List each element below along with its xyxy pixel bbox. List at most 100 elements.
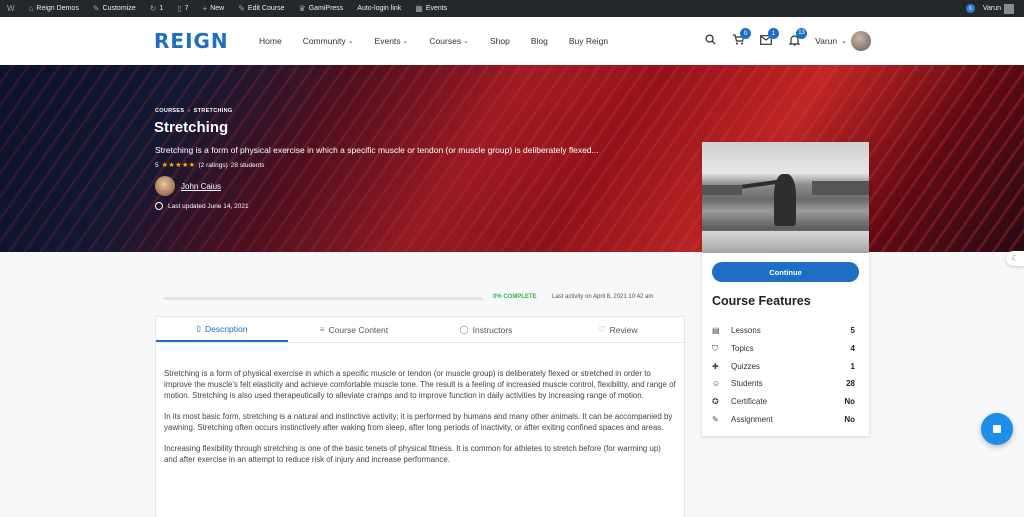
plus-icon: + (202, 4, 208, 13)
user-name[interactable]: Varun (815, 36, 837, 46)
course-description: Stretching is a form of physical exercis… (155, 343, 685, 517)
nav-item-home[interactable]: Home (259, 36, 282, 46)
nav-item-label: Events (374, 36, 401, 46)
chevron-down-icon: ⌄ (347, 38, 354, 45)
feature-label: Lessons (731, 326, 761, 336)
last-updated-text: Last updated June 14, 2021 (168, 202, 249, 210)
admin-avatar[interactable] (1004, 3, 1014, 14)
admin-bar-user[interactable]: 6 Varun (965, 3, 1024, 14)
admin-bar-item[interactable]: + New (196, 0, 232, 17)
site-header: REIGN Home Community ⌄ Events ⌄ Courses ⌄ Shop B… (0, 17, 1024, 65)
edit-icon: ✎ (238, 4, 245, 13)
progress-bar (164, 297, 483, 300)
nav-item-blog[interactable]: Blog (531, 36, 548, 46)
nav-item-community[interactable]: Community ⌄ (303, 36, 354, 46)
feature-row-quizzes: ✚ Quizzes 1 (712, 357, 855, 375)
nav-item-label: Courses (429, 36, 462, 46)
course-features-title: Course Features (712, 294, 811, 308)
cart-icon[interactable]: 0 (731, 28, 752, 48)
dark-mode-toggle[interactable]: ☾ (1006, 251, 1024, 266)
nav-item-courses[interactable]: Courses ⌄ (429, 36, 469, 46)
feature-value: No (844, 397, 855, 407)
nav-item-label: Community (302, 36, 346, 46)
breadcrumb-courses[interactable]: COURSES (155, 108, 184, 114)
admin-bar-item[interactable]: Auto-login link (350, 0, 408, 17)
nav-item-shop[interactable]: Shop (490, 36, 510, 46)
nav-item-events[interactable]: Events ⌄ (375, 36, 409, 46)
messages-icon[interactable]: 1 (759, 28, 780, 48)
instructor-name-link[interactable]: John Caius (181, 182, 221, 191)
instructor-avatar[interactable] (155, 176, 175, 196)
tab-instructors[interactable]: ◯ Instructors (420, 317, 552, 342)
admin-bar-label: Edit Course (247, 5, 285, 12)
course-features-list: ▤ Lessons 5 ⛉ Topics 4 ✚ Quizzes 1 ☺ Students 28 ✪ Ce… (712, 322, 855, 428)
nav-item-label: Buy Reign (568, 36, 609, 46)
admin-bar-items: W ⌂ Reign Demos ✎ Customize ↻ 1 ▯ 7 + New ✎ Edit Cou… (0, 0, 454, 17)
admin-bar-item[interactable]: W (0, 0, 22, 17)
wordpress-icon: W (7, 4, 15, 13)
document-icon: ▯ (196, 324, 201, 333)
admin-bar-item[interactable]: ✎ Edit Course (231, 0, 291, 17)
search-icon[interactable] (703, 34, 717, 48)
admin-bar-item[interactable]: ▦ Events (408, 0, 454, 17)
bell-icon[interactable]: 13 (787, 27, 808, 49)
admin-bar-item[interactable]: ⌂ Reign Demos (22, 0, 86, 17)
feature-value: No (844, 414, 855, 424)
user-avatar[interactable] (851, 31, 871, 51)
chat-launcher-button[interactable] (981, 413, 1013, 445)
feature-label: Certificate (731, 397, 768, 407)
course-rating: 5 ★★★★★ (2 ratings) 28 students (155, 161, 265, 170)
admin-bar-label: Events (425, 5, 448, 12)
lessons-icon: ▤ (712, 326, 720, 336)
updates-icon: ↻ (149, 4, 157, 13)
notifications-count-badge: 13 (796, 27, 808, 39)
breadcrumb-separator: » (187, 108, 191, 114)
continue-button[interactable]: Continue (712, 262, 859, 282)
nav-item-buy-reign[interactable]: Buy Reign (569, 36, 608, 46)
last-activity: Last activity on April 8, 2021 10:42 am (552, 294, 654, 300)
nav-item-label: Shop (489, 36, 510, 46)
admin-bar-item[interactable]: ✎ Customize (86, 0, 143, 17)
rating-value: 5 (155, 161, 159, 169)
student-count: 28 students (230, 161, 265, 169)
feature-label: Quizzes (731, 361, 760, 371)
calendar-icon: ▦ (415, 4, 423, 13)
user-icon: ◯ (459, 325, 469, 334)
heart-icon: ♡ (598, 325, 606, 334)
description-paragraph: Increasing flexibility through stretchin… (164, 444, 661, 464)
admin-bar-item[interactable]: ▯ 7 (170, 0, 195, 17)
user-menu[interactable]: Varun ⌄ (815, 31, 871, 51)
course-tabs: ▯ Description ≡ Course Content ◯ Instructors ♡… (155, 316, 685, 343)
admin-bar-label: 7 (184, 5, 189, 12)
description-paragraph: Stretching is a form of physical exercis… (164, 369, 676, 400)
tab-review[interactable]: ♡ Review (552, 317, 684, 342)
admin-user-name[interactable]: Varun (983, 5, 1001, 12)
admin-bar-item[interactable]: ♛ GamiPress (292, 0, 351, 17)
tab-description[interactable]: ▯ Description (156, 317, 288, 342)
course-progress: 0% COMPLETE Last activity on April 8, 20… (155, 289, 685, 307)
admin-bar-label: Reign Demos (36, 5, 79, 12)
list-icon: ≡ (319, 325, 325, 334)
breadcrumb-stretching[interactable]: STRETCHING (194, 108, 233, 114)
admin-bar-item[interactable]: ↻ 1 (143, 0, 171, 17)
tab-label: Instructors (472, 324, 513, 335)
course-sidebar-card: Continue Course Features ▤ Lessons 5 ⛉ Topic… (702, 142, 869, 436)
tab-course-content[interactable]: ≡ Course Content (288, 317, 420, 342)
course-instructor: John Caius (155, 176, 221, 196)
feature-label: Assignment (731, 414, 773, 424)
admin-notification-badge[interactable]: 6 (965, 4, 975, 13)
admin-bar-label: GamiPress (308, 5, 344, 12)
course-hero: COURSES» STRETCHING Stretching Stretching… (0, 65, 1024, 252)
breadcrumb: COURSES» STRETCHING (155, 108, 232, 114)
star-rating-icon: ★★★★★ (161, 162, 196, 169)
chevron-down-icon[interactable]: ⌄ (841, 37, 847, 45)
progress-percent: 0% COMPLETE (493, 294, 537, 300)
home-icon: ⌂ (28, 4, 34, 13)
feature-row-certificate: ✪ Certificate No (712, 393, 855, 411)
tab-label: Review (609, 324, 638, 335)
admin-bar: W ⌂ Reign Demos ✎ Customize ↻ 1 ▯ 7 + New ✎ Edit Cou… (0, 0, 1024, 17)
tab-label: Description (204, 323, 248, 334)
moon-icon: ☾ (1011, 254, 1019, 263)
feature-label: Topics (731, 344, 754, 354)
site-logo[interactable]: REIGN (154, 29, 229, 53)
